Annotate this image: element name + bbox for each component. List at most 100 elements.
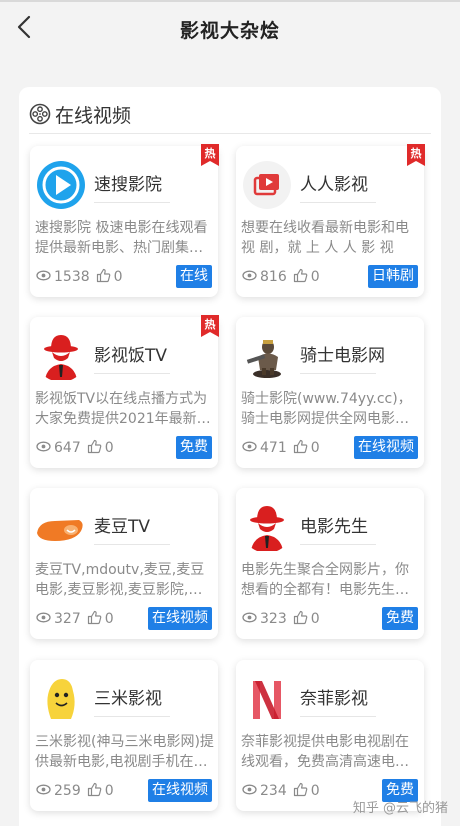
site-name: 奈菲影视 [300,689,368,709]
view-count: 647 [54,440,81,456]
site-stats: 471 0 [242,439,326,457]
like-count: 0 [310,440,320,456]
red-hat-man-icon [35,330,87,382]
eye-icon [242,269,257,285]
site-stats: 259 0 [36,782,120,800]
site-stats: 1538 0 [36,268,129,286]
site-name: 人人影视 [300,175,368,195]
eye-icon [242,611,257,627]
film-reel-icon [29,103,51,125]
section-title: 在线视频 [55,104,132,127]
site-stats: 234 0 [242,782,326,800]
knight-figure-icon [241,330,293,382]
site-card[interactable]: 三米影视 三米影视(神马三米电影网)提供最新电影,电视剧手机在线观看 259 0… [30,660,218,811]
hot-badge: 热 [201,144,219,166]
header-bar: 影视大杂烩 [0,2,460,58]
hot-label: 热 [410,147,422,160]
thumbs-up-icon[interactable] [293,268,308,287]
name-divider [94,716,170,717]
watermark: 知乎 @云飞的猪 [352,801,448,816]
name-divider [94,373,170,374]
like-count: 0 [104,783,114,799]
like-count: 0 [310,269,320,285]
site-card[interactable]: 电影先生 电影先生聚合全网影片，你想看的全都有！电影先生在线观看 323 0 免… [236,488,424,639]
hot-label: 热 [204,147,216,160]
site-name: 速搜影院 [94,175,162,195]
site-description: 麦豆TV,mdoutv,麦豆,麦豆电影,麦豆影视,麦豆影院,麦豆 [35,562,205,598]
name-divider [300,202,376,203]
thumbs-up-icon[interactable] [96,268,111,287]
site-card[interactable]: 麦豆TV 麦豆TV,mdoutv,麦豆,麦豆电影,麦豆影视,麦豆影院,麦豆 32… [30,488,218,639]
like-count: 0 [310,611,320,627]
site-stats: 647 0 [36,439,120,457]
site-name: 三米影视 [94,689,162,709]
name-divider [300,544,376,545]
site-card[interactable]: 人人影视 想要在线收看最新电影和电视 剧，就 上 人 人 影 视 816 0 日… [236,144,425,297]
category-tag[interactable]: 免费 [382,607,418,630]
thumbs-up-icon[interactable] [293,782,308,801]
name-divider [300,716,376,717]
view-count: 1538 [54,269,90,285]
yellow-face-icon [35,673,87,725]
site-description: 速搜影院 极速电影在线观看 提供最新电影、热门剧集、综艺等 [35,220,208,256]
thumbs-up-icon[interactable] [293,439,308,458]
section-divider [29,133,431,134]
thumbs-up-icon[interactable] [87,782,102,801]
site-stats: 327 0 [36,610,120,628]
site-stats: 816 0 [242,268,326,286]
site-description: 影视饭TV以在线点播方式为大家免费提供2021年最新电影 [35,391,211,427]
site-description: 三米影视(神马三米电影网)提供最新电影,电视剧手机在线观看 [35,734,214,770]
orange-bean-icon [35,501,87,553]
category-tag[interactable]: 日韩剧 [368,265,418,288]
hot-label: 热 [204,318,216,331]
thumbs-up-icon[interactable] [87,439,102,458]
name-divider [300,373,376,374]
view-count: 259 [54,783,81,799]
site-card[interactable]: 影视饭TV 影视饭TV以在线点播方式为大家免费提供2021年最新电影 647 0… [30,315,219,468]
view-count: 327 [54,611,81,627]
view-count: 471 [260,440,287,456]
category-tag[interactable]: 在线视频 [354,436,418,459]
site-name: 影视饭TV [94,346,168,366]
hot-badge: 热 [201,315,219,337]
thumbs-up-icon[interactable] [293,610,308,629]
eye-icon [36,269,51,285]
eye-icon [242,440,257,456]
red-n-icon [241,673,293,725]
site-stats: 323 0 [242,610,326,628]
site-description: 想要在线收看最新电影和电视 剧，就 上 人 人 影 视 [241,220,409,256]
site-card[interactable]: 骑士电影网 骑士影院(www.74yy.cc)，骑士电影网提供全网电影在线观看 … [236,317,424,468]
like-count: 0 [113,269,123,285]
site-card[interactable]: 速搜影院 速搜影院 极速电影在线观看 提供最新电影、热门剧集、综艺等 1538 … [30,144,219,297]
category-tag[interactable]: 在线 [176,265,212,288]
section-header: 在线视频 [29,97,131,131]
category-tag[interactable]: 在线视频 [148,779,212,802]
site-description: 骑士影院(www.74yy.cc)，骑士电影网提供全网电影在线观看 [241,391,412,427]
like-count: 0 [104,611,114,627]
site-name: 电影先生 [300,517,368,537]
eye-icon [36,440,51,456]
name-divider [94,544,170,545]
site-description: 电影先生聚合全网影片，你想看的全都有！电影先生在线观看 [241,562,409,598]
name-divider [94,202,170,203]
site-description: 奈菲影视提供电影电视剧在线观看，免费高清高速电影网站 [241,734,409,770]
red-hat-man-icon [241,501,293,553]
hot-badge: 热 [407,144,425,166]
like-count: 0 [104,440,114,456]
view-count: 234 [260,783,287,799]
page-title: 影视大杂烩 [179,20,280,42]
like-count: 0 [310,783,320,799]
eye-icon [36,783,51,799]
view-count: 323 [260,611,287,627]
view-count: 816 [260,269,287,285]
eye-icon [242,783,257,799]
video-stack-icon [241,159,293,211]
category-tag[interactable]: 在线视频 [148,607,212,630]
category-tag[interactable]: 免费 [176,436,212,459]
play-circle-icon [35,159,87,211]
site-name: 骑士电影网 [300,346,385,366]
site-card[interactable]: 奈菲影视 奈菲影视提供电影电视剧在线观看，免费高清高速电影网站 234 0 免费 [236,660,424,811]
thumbs-up-icon[interactable] [87,610,102,629]
eye-icon [36,611,51,627]
site-name: 麦豆TV [94,517,151,537]
